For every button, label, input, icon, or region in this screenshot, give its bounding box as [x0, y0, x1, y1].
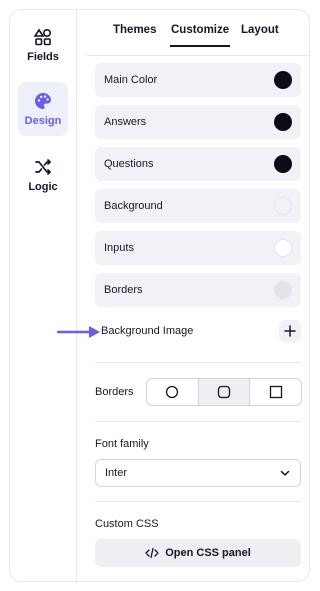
shapes-icon: [33, 27, 53, 47]
sidebar-item-fields[interactable]: Fields: [18, 18, 68, 72]
plus-icon: [284, 325, 296, 337]
border-rounded-option[interactable]: [197, 379, 250, 405]
custom-css-label: Custom CSS: [95, 518, 159, 530]
palette-icon: [33, 91, 53, 111]
sidebar-item-label: Logic: [28, 181, 58, 193]
section-divider: [95, 501, 301, 502]
border-rounded-full-option[interactable]: [147, 379, 198, 405]
font-family-value: Inter: [105, 467, 128, 479]
tab-customize[interactable]: Customize: [169, 24, 231, 47]
color-row-inputs[interactable]: Inputs: [95, 231, 301, 265]
color-row-main-color[interactable]: Main Color: [95, 63, 301, 97]
color-row-questions[interactable]: Questions: [95, 147, 301, 181]
color-row-label: Questions: [104, 158, 154, 170]
border-style-selector: [146, 378, 302, 406]
color-swatch[interactable]: [274, 155, 292, 173]
sidebar-item-label: Fields: [27, 51, 59, 63]
color-swatch[interactable]: [274, 281, 292, 299]
color-row-label: Background: [104, 200, 163, 212]
font-family-select[interactable]: Inter: [95, 459, 301, 487]
open-css-panel-button[interactable]: Open CSS panel: [95, 539, 301, 567]
shuffle-icon: [33, 157, 53, 177]
borders-label: Borders: [95, 386, 134, 398]
sidebar-item-design[interactable]: Design: [18, 82, 68, 136]
color-row-borders[interactable]: Borders: [95, 273, 301, 307]
code-icon: [145, 547, 159, 559]
color-row-label: Borders: [104, 284, 143, 296]
form-editor-panel: Fields Design Logic Themes Customize Lay…: [9, 9, 310, 582]
chevron-down-icon: [280, 470, 290, 476]
tab-bar: Themes Customize Layout: [86, 24, 311, 52]
circle-icon: [166, 385, 179, 399]
color-row-label: Main Color: [104, 74, 158, 86]
sidebar-item-logic[interactable]: Logic: [18, 148, 68, 202]
font-family-label: Font family: [95, 438, 149, 450]
color-swatch[interactable]: [274, 197, 292, 215]
border-square-option[interactable]: [249, 379, 301, 405]
add-background-image-button[interactable]: [279, 320, 301, 342]
rounded-square-icon: [217, 385, 231, 399]
color-row-label: Answers: [104, 116, 147, 128]
color-swatch[interactable]: [274, 239, 292, 257]
square-icon: [269, 385, 282, 399]
color-swatch[interactable]: [274, 113, 292, 131]
background-image-row: Background Image: [95, 315, 301, 347]
section-divider: [95, 362, 301, 363]
background-image-label: Background Image: [101, 325, 194, 337]
tab-layout[interactable]: Layout: [241, 24, 279, 36]
open-css-panel-label: Open CSS panel: [165, 547, 251, 559]
sidebar: Fields Design Logic: [10, 10, 77, 581]
color-row-label: Inputs: [104, 242, 134, 254]
color-row-background[interactable]: Background: [95, 189, 301, 223]
tabs-divider: [86, 55, 310, 56]
section-divider: [95, 421, 301, 422]
color-swatch[interactable]: [274, 71, 292, 89]
sidebar-item-label: Design: [24, 115, 62, 127]
color-row-answers[interactable]: Answers: [95, 105, 301, 139]
tab-themes[interactable]: Themes: [113, 24, 156, 36]
